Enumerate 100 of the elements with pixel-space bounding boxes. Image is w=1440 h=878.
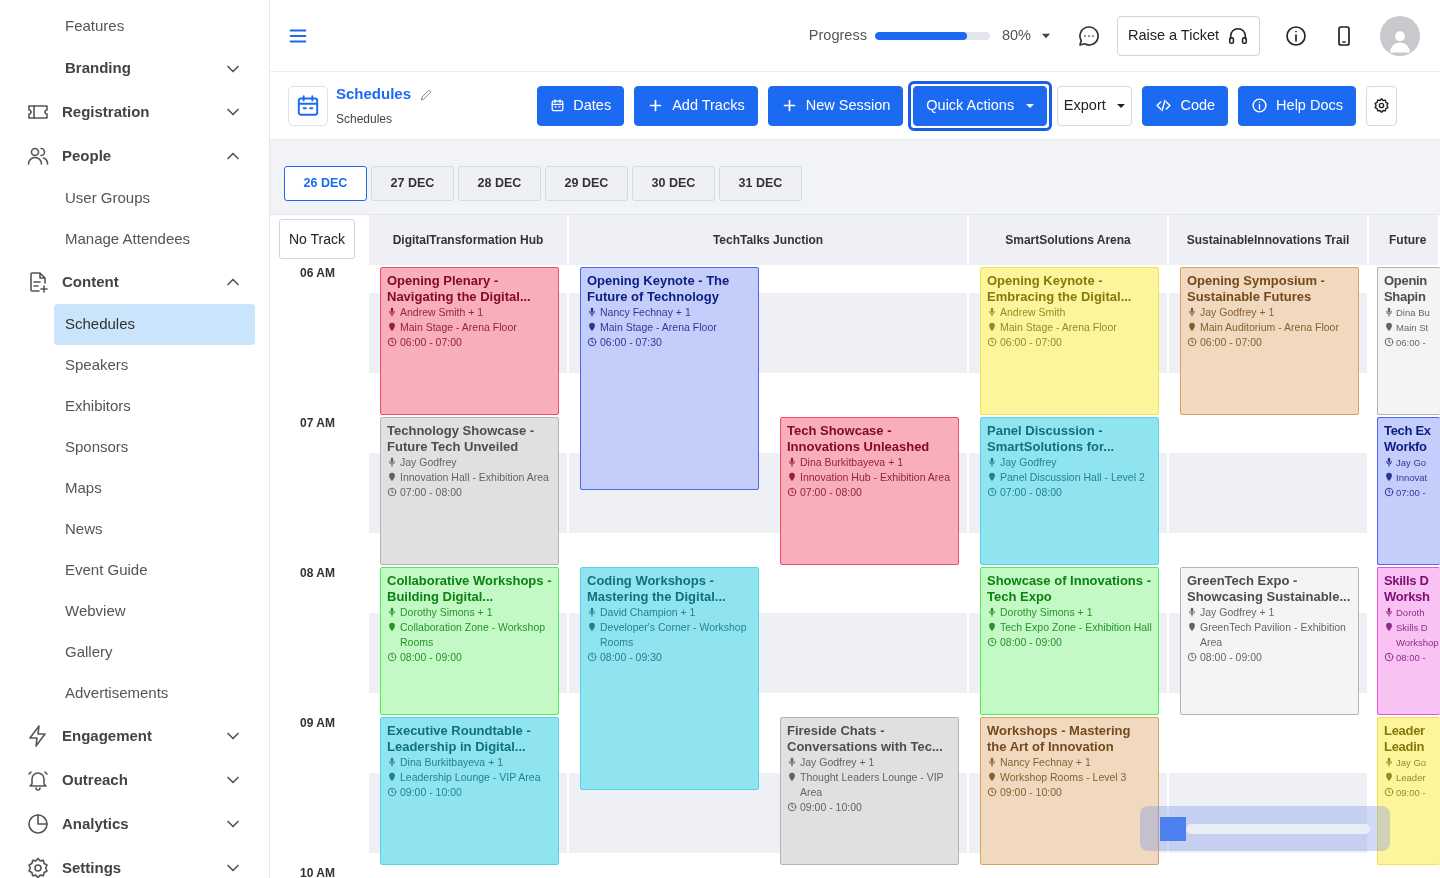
session-card[interactable]: Panel Discussion - SmartSolutions for... Jay Godfrey Panel Discussion Hall - Level 2 07:00 - 08:00: [980, 417, 1159, 565]
session-time: 08:00 - 09:00: [1000, 635, 1062, 650]
settings-button[interactable]: [1366, 85, 1397, 126]
session-card[interactable]: Workshops - Mastering the Art of Innovation Nancy Fechnay + 1 Workshop Rooms - Level 3 09:00 - 10:00: [980, 717, 1159, 865]
mic-icon: [987, 307, 997, 317]
no-track-button[interactable]: No Track: [279, 219, 355, 259]
sidebar-item[interactable]: Gallery: [54, 632, 255, 673]
location-text: Tech Expo Zone - Exhibition Hall: [1000, 620, 1152, 635]
session-title: Coding Workshops - Mastering the Digital...: [587, 573, 727, 605]
session-title: Technology Showcase - Future Tech Unveiled: [387, 423, 536, 455]
date-tab[interactable]: 29 DEC: [545, 166, 628, 201]
ticket-button[interactable]: Raise a Ticket: [1116, 15, 1260, 56]
session-card[interactable]: Collaborative Workshops - Building Digital... Dorothy Simons + 1 Collaboration Zone - Workshop Rooms 08:00 - 09:00: [380, 567, 559, 715]
session-card[interactable]: Tech Showcase - Innovations Unleashed Dina Burkitbayeva + 1 Innovation Hub - Exhibition Area 07:00 - 08:00: [780, 417, 959, 565]
mic-icon: [387, 307, 397, 317]
session-card[interactable]: Opening Keynote - Embracing the Digital... Andrew Smith Main Stage - Arena Floor 06:00 - 07:00: [980, 267, 1159, 415]
sidebar-item[interactable]: Exhibitors: [54, 386, 255, 427]
sidebar-item[interactable]: Schedules: [54, 304, 255, 345]
sidebar-item[interactable]: Speakers: [54, 345, 255, 386]
clock-icon: [1187, 337, 1197, 347]
speaker-name: Dina Bu: [1396, 306, 1430, 320]
location-text: Developer's Corner - Workshop Rooms: [600, 620, 748, 650]
chat-button[interactable]: [1076, 23, 1101, 48]
speaker-name: David Champion + 1: [600, 605, 696, 620]
date-tab[interactable]: 26 DEC: [284, 166, 367, 201]
toolbar-button[interactable]: New Session: [767, 85, 904, 126]
scrollbar-thumb[interactable]: [1160, 816, 1186, 841]
sidebar-section[interactable]: Engagement: [0, 714, 269, 758]
sidebar-item[interactable]: Features: [54, 6, 255, 47]
session-title: Tech Showcase - Innovations Unleashed: [787, 423, 931, 455]
date-tab[interactable]: 31 DEC: [719, 166, 802, 201]
sidebar-section[interactable]: People: [0, 134, 269, 178]
session-time: 06:00 - 07:00: [1000, 335, 1062, 350]
sidebar-item[interactable]: Event Guide: [54, 550, 255, 591]
session-card[interactable]: Opening Symposium - Sustainable Futures Jay Godfrey + 1 Main Auditorium - Arena Floor 06:00 - 07:00: [1180, 267, 1359, 415]
speaker-name: Andrew Smith + 1: [400, 305, 484, 320]
pin-icon: [787, 772, 797, 782]
location-text: Main Stage - Arena Floor: [1000, 320, 1117, 335]
clock-icon: [1384, 487, 1394, 497]
time-label: 08 AM: [299, 565, 336, 580]
sidebar-section[interactable]: Analytics: [0, 802, 269, 846]
toolbar-button[interactable]: Dates: [537, 85, 625, 126]
location-text: Workshop Rooms - Level 3: [1000, 770, 1127, 785]
pin-icon: [387, 772, 397, 782]
sidebar-section[interactable]: Content: [0, 260, 269, 304]
toolbar-button[interactable]: Code: [1142, 85, 1229, 126]
session-card[interactable]: Opening Plenary - Navigating the Digital... Andrew Smith + 1 Main Stage - Arena Floor 06:00 - 07:00: [380, 267, 559, 415]
sidebar-item[interactable]: Sponsors: [54, 427, 255, 468]
horizontal-scrollbar[interactable]: [1140, 806, 1390, 851]
toolbar-button[interactable]: Help Docs: [1238, 85, 1356, 126]
location-text: Leader: [1396, 771, 1426, 785]
session-card[interactable]: Showcase of Innovations - Tech Expo Dorothy Simons + 1 Tech Expo Zone - Exhibition Hall 08:00 - 09:00: [980, 567, 1159, 715]
date-tab[interactable]: 27 DEC: [371, 166, 454, 201]
time-label: 06 AM: [299, 265, 336, 280]
sidebar-item[interactable]: Branding: [0, 47, 269, 90]
sidebar-item[interactable]: Advertisements: [54, 673, 255, 714]
calendar-icon: [550, 98, 566, 113]
mic-icon: [1187, 307, 1197, 317]
sidebar-section[interactable]: Outreach: [0, 758, 269, 802]
clock-icon: [387, 787, 397, 797]
mic-icon: [1384, 457, 1394, 467]
sidebar-section[interactable]: Settings: [0, 846, 269, 878]
toolbar-button[interactable]: Add Tracks: [634, 85, 758, 126]
session-title: Fireside Chats - Conversations with Tec...: [787, 723, 944, 755]
session-card[interactable]: Tech Ex Workfo Jay Go Innovat 07:00 -: [1377, 417, 1440, 565]
mic-icon: [587, 607, 597, 617]
session-card[interactable]: Fireside Chats - Conversations with Tec... Jay Godfrey + 1 Thought Leaders Lounge - VIP Area 09:00 - 10:00: [780, 717, 959, 865]
session-time: 09:00 - 10:00: [1000, 785, 1062, 800]
sidebar-item[interactable]: Webview: [54, 591, 255, 632]
session-card[interactable]: Opening Keynote - The Future of Technology Nancy Fechnay + 1 Main Stage - Arena Floor 06:00 - 07:30: [580, 267, 759, 490]
session-card[interactable]: Skills D Worksh Doroth Skills D Workshop 08:00 -: [1377, 567, 1440, 715]
clock-icon: [987, 787, 997, 797]
sidebar-item[interactable]: Manage Attendees: [54, 219, 255, 260]
info-button[interactable]: [1284, 23, 1308, 48]
mic-icon: [1384, 607, 1394, 617]
toolbar-button[interactable]: Quick Actions: [913, 85, 1047, 126]
location-text: Innovat: [1396, 471, 1428, 485]
session-card[interactable]: Coding Workshops - Mastering the Digital... David Champion + 1 Developer's Corner - Workshop Rooms 08:00 - 09:30: [580, 567, 759, 790]
sidebar-section[interactable]: Registration: [0, 90, 269, 134]
sidebar-item[interactable]: Maps: [54, 468, 255, 509]
location-text: Main Stage - Arena Floor: [400, 320, 517, 335]
calendar-icon: [295, 92, 321, 119]
session-card[interactable]: GreenTech Expo - Showcasing Sustainable... Jay Godfrey + 1 GreenTech Pavilion - Exhibition Area 08:00 - 09:00: [1180, 567, 1359, 715]
session-card[interactable]: Openin Shapin Dina Bu Main St 06:00 -: [1377, 267, 1440, 415]
toolbar-button[interactable]: Export: [1056, 85, 1133, 126]
session-card[interactable]: Executive Roundtable - Leadership in Digital... Dina Burkitbayeva + 1 Leadership Lounge - VIP Area 09:00 - 10:00: [380, 717, 559, 865]
mic-icon: [387, 607, 397, 617]
clock-icon: [987, 337, 997, 347]
date-tab[interactable]: 28 DEC: [458, 166, 541, 201]
pin-icon: [1384, 322, 1394, 332]
track-header: Future: [1369, 215, 1440, 265]
sidebar-item[interactable]: News: [54, 509, 255, 550]
pin-icon: [387, 322, 397, 332]
session-card[interactable]: Technology Showcase - Future Tech Unveiled Jay Godfrey Innovation Hall - Exhibition Area 07:00 - 08:00: [380, 417, 559, 565]
info-icon: [1251, 97, 1269, 114]
sidebar-item[interactable]: User Groups: [54, 178, 255, 219]
session-title: Collaborative Workshops - Building Digital...: [387, 573, 552, 605]
date-tab[interactable]: 30 DEC: [632, 166, 715, 201]
session-title: Workshops - Mastering the Art of Innovation: [987, 723, 1132, 755]
session-card[interactable]: Leader Leadin Jay Go Leader 09:00 -: [1377, 717, 1440, 865]
